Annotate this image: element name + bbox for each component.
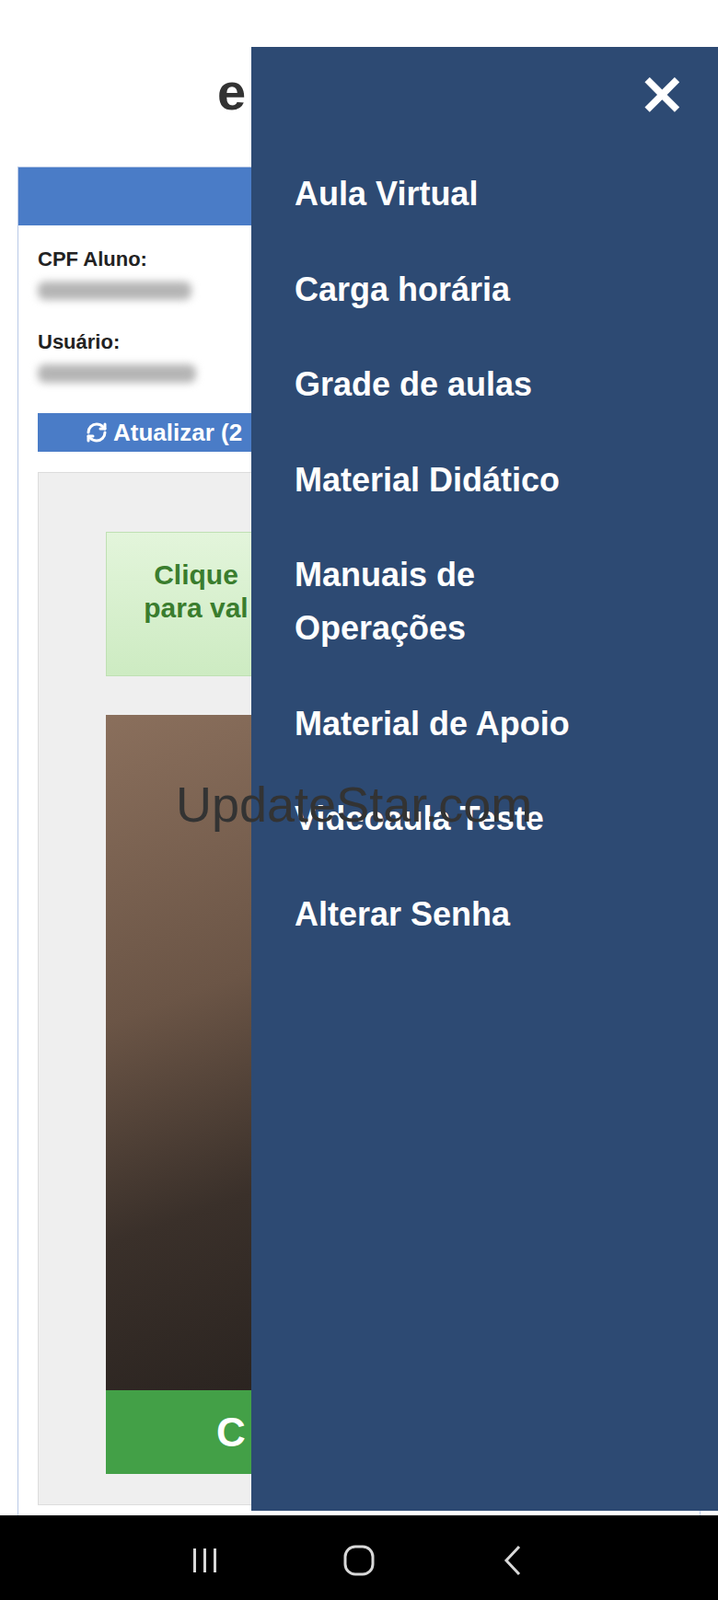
back-icon [501, 1544, 524, 1578]
menu-item[interactable]: Material de Apoio [294, 697, 599, 752]
menu-item[interactable]: Material Didático [294, 453, 599, 508]
screen: eCPF Aluno:Usuário:Atualizar (2Cliquepar… [0, 0, 718, 1600]
menu-item[interactable]: Carga horária [294, 263, 599, 317]
notice-text: Cliquepara val [136, 558, 256, 626]
menu-item[interactable]: Alterar Senha [294, 888, 599, 942]
logo: e [217, 64, 246, 120]
close-button[interactable]: × [631, 63, 693, 123]
blurred-value [37, 281, 192, 301]
menu-item[interactable]: Grade de aulas [294, 358, 599, 412]
menu-item[interactable]: Manuais de Operações [294, 548, 599, 655]
blurred-value [37, 364, 197, 383]
android-nav-bar [0, 1516, 718, 1600]
recent-apps-icon [190, 1547, 221, 1575]
home-icon [342, 1544, 376, 1578]
menu-item[interactable]: Videoaula Teste [294, 792, 599, 846]
menu-item[interactable]: Aula Virtual [294, 167, 599, 221]
refresh-icon [85, 421, 108, 444]
recent-apps-button[interactable] [177, 1533, 233, 1589]
back-button[interactable] [485, 1533, 541, 1589]
home-button[interactable] [331, 1533, 387, 1589]
side-menu: × Aula Virtual Carga horária Grade de aulas… [251, 46, 718, 1512]
